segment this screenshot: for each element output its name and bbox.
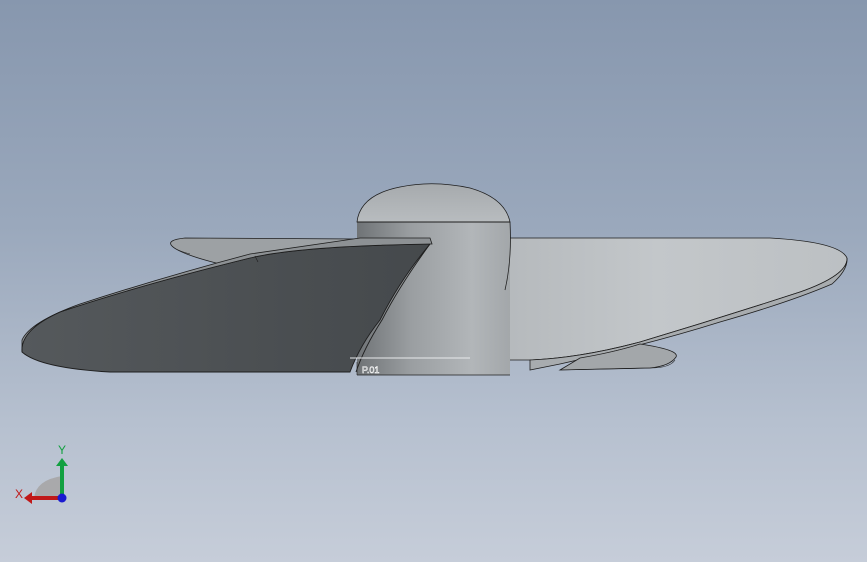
x-axis-head	[24, 492, 32, 504]
triad-plane-quadrant	[34, 476, 62, 498]
y-axis-head	[56, 458, 68, 466]
hub-dome	[356, 183, 511, 223]
x-axis-label: X	[15, 487, 23, 501]
graphics-viewport[interactable]: P.01 Y X	[0, 0, 867, 562]
engraved-part-label: P.01	[362, 365, 379, 375]
y-axis-label: Y	[58, 443, 66, 457]
propeller-model[interactable]: P.01	[0, 0, 867, 562]
z-axis-dot	[57, 493, 67, 503]
coordinate-triad: Y X	[15, 443, 68, 504]
